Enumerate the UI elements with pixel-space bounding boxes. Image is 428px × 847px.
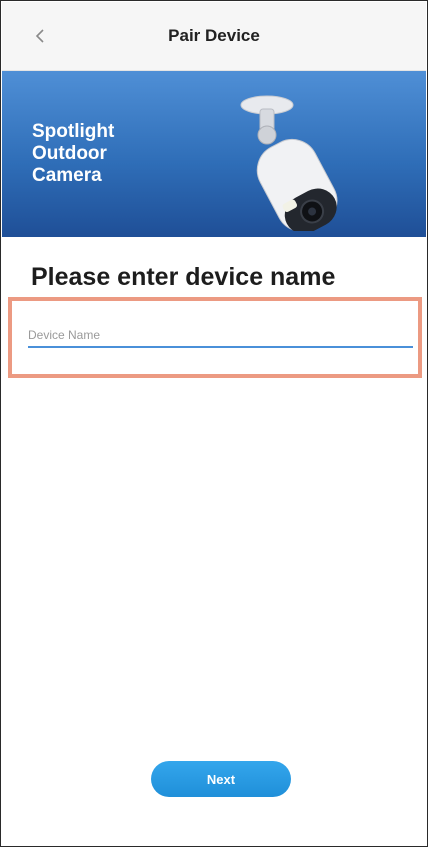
banner-title-line-3: Camera — [32, 165, 102, 186]
device-name-heading: Please enter device name — [31, 263, 336, 291]
banner-title-line-2: Outdoor — [32, 143, 107, 164]
device-name-input[interactable] — [28, 323, 412, 347]
screen-frame: Pair Device Spotlight Outdoor Camera Ple… — [0, 0, 428, 847]
security-camera-icon — [240, 95, 338, 231]
device-banner: Spotlight Outdoor Camera — [2, 71, 426, 237]
banner-title: Spotlight Outdoor Camera — [32, 121, 114, 187]
banner-title-line-1: Spotlight — [32, 121, 115, 142]
nav-header: Pair Device — [2, 2, 426, 71]
device-name-underline — [28, 346, 413, 348]
next-button[interactable]: Next — [151, 761, 291, 797]
page-title: Pair Device — [168, 26, 260, 45]
